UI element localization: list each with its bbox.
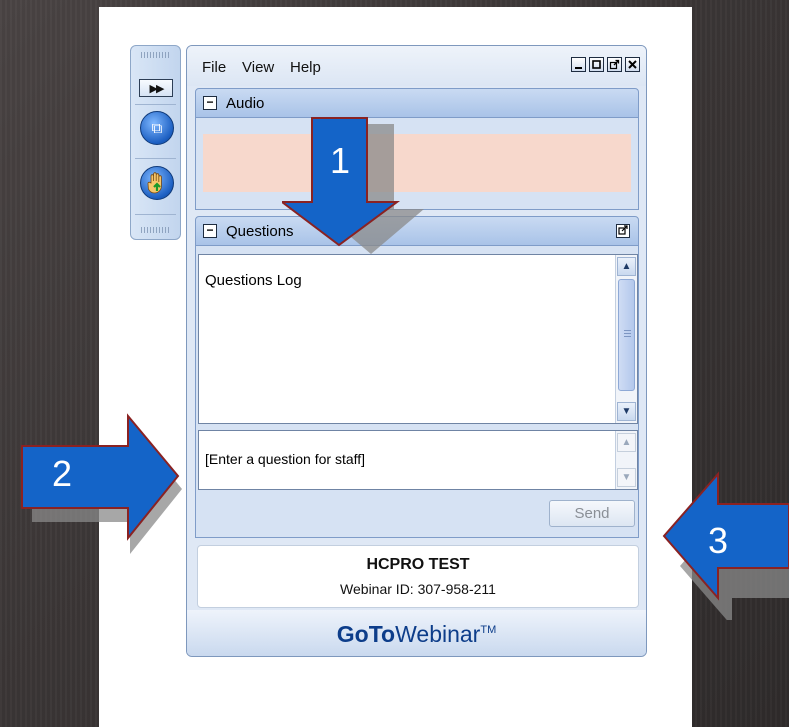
question-input[interactable] [199, 431, 609, 487]
gotowebinar-logo: GoToWebinarTM [336, 621, 497, 647]
menu-help[interactable]: Help [290, 59, 321, 76]
menu-bar: File View Help [187, 46, 646, 86]
webinar-info: HCPRO TEST Webinar ID: 307-958-211 [197, 545, 639, 608]
sidebar-divider [135, 214, 176, 215]
questions-log-scrollbar[interactable]: ▲ ▼ [615, 255, 637, 423]
annotation-label-2: 2 [52, 453, 73, 494]
annotation-label-1: 1 [330, 140, 351, 181]
sidebar-divider [135, 104, 176, 105]
popout-window-icon[interactable]: ⧉ [140, 111, 174, 145]
menu-file[interactable]: File [202, 59, 226, 76]
popout-icon[interactable] [607, 57, 622, 72]
brand-footer: GoToWebinarTM [187, 610, 646, 656]
question-input-box: ▲ ▼ [198, 430, 638, 490]
scroll-up-icon[interactable]: ▲ [617, 433, 636, 452]
collapse-icon[interactable]: − [203, 224, 217, 238]
audio-panel-title: Audio [226, 95, 265, 112]
annotation-arrow-2-icon [21, 413, 182, 554]
annotation-label-3: 3 [708, 520, 729, 561]
webinar-id: Webinar ID: 307-958-211 [340, 581, 496, 597]
questions-log[interactable]: Questions Log ▲ ▼ [198, 254, 638, 424]
question-input-scrollbar[interactable]: ▲ ▼ [615, 431, 637, 489]
menu-view[interactable]: View [242, 59, 274, 76]
collapse-icon[interactable]: − [203, 96, 217, 110]
webinar-name: HCPRO TEST [366, 556, 470, 573]
sidebar-bottom-grip[interactable] [141, 227, 171, 233]
close-icon[interactable] [625, 57, 640, 72]
scrollbar-thumb[interactable] [618, 279, 635, 391]
control-panel-sidebar: ▶▶ ⧉ [130, 45, 181, 240]
sidebar-divider [135, 158, 176, 159]
minimize-icon[interactable] [571, 57, 586, 72]
scroll-up-icon[interactable]: ▲ [617, 257, 636, 276]
undock-panel-icon[interactable] [616, 224, 630, 238]
raise-hand-icon[interactable] [140, 166, 174, 200]
annotation-arrow-1-icon [282, 117, 424, 254]
window-controls [571, 57, 640, 72]
maximize-icon[interactable] [589, 57, 604, 72]
fast-forward-icon[interactable]: ▶▶ [139, 79, 173, 97]
send-button[interactable]: Send [549, 500, 635, 527]
sidebar-top-grip[interactable] [141, 52, 171, 58]
scroll-down-icon[interactable]: ▼ [617, 402, 636, 421]
scroll-down-icon[interactable]: ▼ [617, 468, 636, 487]
questions-log-title: Questions Log [205, 272, 302, 289]
